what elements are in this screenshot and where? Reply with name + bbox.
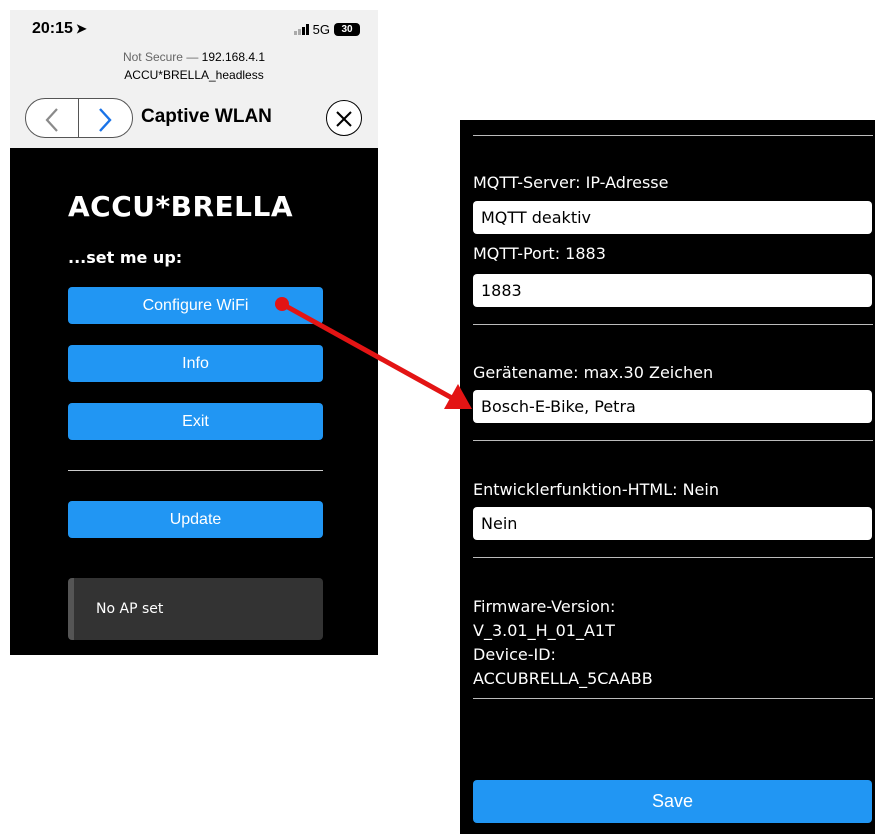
page-title: ACCU*BRELLA_headless [124,68,264,82]
mqtt-server-input[interactable]: MQTT deaktiv [473,201,872,234]
divider [473,698,873,699]
nav-button-group [25,98,133,138]
mqtt-server-label: MQTT-Server: IP-Adresse [473,173,669,192]
divider [473,440,873,441]
brand-title: ACCU*BRELLA [68,190,294,223]
setup-subtitle: ...set me up: [68,248,183,267]
exit-button[interactable]: Exit [68,403,323,440]
mqtt-port-label: MQTT-Port: 1883 [473,244,606,263]
divider [473,324,873,325]
mqtt-port-input[interactable]: 1883 [473,274,872,307]
chevron-left-icon[interactable] [26,101,78,135]
url-address: 192.168.4.1 [201,50,266,64]
firmware-label: Firmware-Version: [473,597,616,616]
right-phone-screenshot: MQTT-Server: IP-Adresse MQTT deaktiv MQT… [460,120,875,834]
dev-html-label: Entwicklerfunktion-HTML: Nein [473,480,719,499]
left-phone-screenshot: 20:15 ➤ 5G 30 Not Secure — 192.168.4.1 AC… [10,10,378,655]
network-type: 5G [312,22,330,37]
device-name-label: Gerätename: max.30 Zeichen [473,363,714,382]
configure-wifi-button[interactable]: Configure WiFi [68,287,323,324]
security-label: Not Secure [122,50,183,64]
captive-title: Captive WLAN [141,106,272,127]
update-button[interactable]: Update [68,501,323,538]
time-text: 20:15 [32,20,73,37]
status-indicators: 5G 30 [293,22,360,37]
close-icon[interactable] [326,100,362,136]
url-separator: — [186,50,199,64]
divider [68,470,323,471]
divider [473,557,873,558]
firmware-value: V_3.01_H_01_A1T [473,621,615,640]
divider [473,135,873,136]
safari-header: 20:15 ➤ 5G 30 Not Secure — 192.168.4.1 AC… [10,10,378,148]
info-button[interactable]: Info [68,345,323,382]
status-message-text: No AP set [96,601,164,617]
device-id-value: ACCUBRELLA_5CAABB [473,669,653,688]
device-id-label: Device-ID: [473,645,556,664]
save-button[interactable]: Save [473,780,872,823]
device-name-input[interactable]: Bosch-E-Bike, Petra [473,390,872,423]
status-time: 20:15 ➤ [32,20,87,38]
chevron-right-icon[interactable] [79,101,131,135]
dev-html-input[interactable]: Nein [473,507,872,540]
location-arrow-icon: ➤ [75,21,87,36]
battery-icon: 30 [334,23,360,36]
status-message-box: No AP set [68,578,323,640]
url-bar[interactable]: Not Secure — 192.168.4.1 [10,50,378,64]
cellular-signal-icon [293,24,309,35]
status-bar: 20:15 ➤ 5G 30 [10,10,378,50]
